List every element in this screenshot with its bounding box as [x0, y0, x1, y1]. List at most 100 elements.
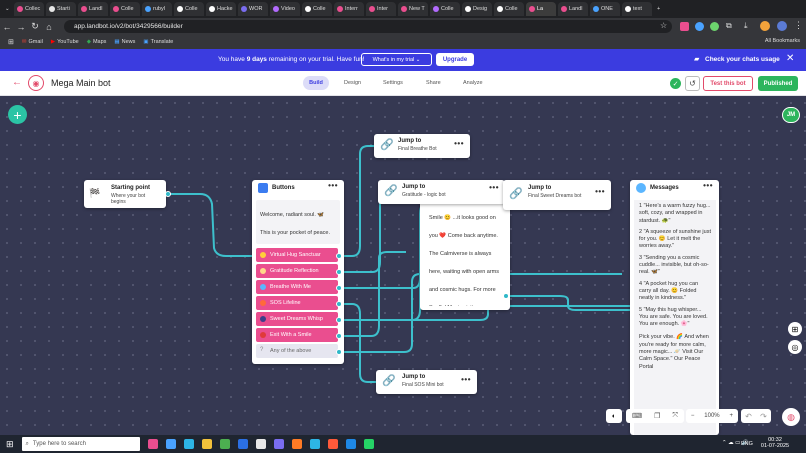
messages-node[interactable]: Messages ••• 1 "Here's a warm fuzzy hug.… [630, 180, 719, 435]
redo-icon[interactable]: ↷ [760, 412, 767, 421]
menu-icon[interactable]: ⋮ [794, 20, 803, 31]
option-button-sweet-dreams[interactable]: Sweet Dreams Whisp [256, 312, 338, 326]
tab-analyze[interactable]: Analyze [463, 80, 483, 86]
taskbar-app-icon[interactable] [237, 439, 248, 449]
taskbar-app-icon[interactable] [219, 439, 230, 449]
browser-tab[interactable]: text [622, 2, 652, 16]
forward-icon[interactable]: → [14, 22, 28, 32]
starting-point-node[interactable]: 🏁 Starting point Where your bot begins [84, 180, 166, 208]
node-menu-icon[interactable]: ••• [489, 183, 499, 192]
download-icon[interactable]: ⤓ [744, 21, 748, 31]
undo-icon[interactable]: ↶ [745, 412, 752, 421]
all-bookmarks[interactable]: All Bookmarks [765, 38, 800, 44]
taskbar-app-icon[interactable] [165, 439, 176, 449]
exit-message-node[interactable]: Smile 😊 ...it looks good on you ❤️ Come … [420, 200, 510, 310]
output-port[interactable] [503, 293, 509, 299]
bookmark-youtube[interactable]: ▶ YouTube [51, 39, 79, 45]
node-menu-icon[interactable]: ••• [703, 181, 713, 190]
taskbar-app-icon[interactable] [201, 439, 212, 449]
option-button-breathe[interactable]: Breathe With Me [256, 280, 338, 294]
theme-toggle-icon[interactable]: ◐ [606, 409, 622, 423]
whats-in-trial-button[interactable]: What's in my trial ⌄ [361, 53, 432, 66]
chrome-icon[interactable] [255, 439, 266, 449]
language-indicator[interactable]: ENG [741, 441, 753, 447]
option-button-gratitude[interactable]: Gratitude Reflection [256, 264, 338, 278]
output-port[interactable] [336, 317, 342, 323]
browser-tab[interactable]: Colle [174, 2, 204, 16]
bookmark-maps[interactable]: ◆ Maps [87, 39, 107, 45]
avatar[interactable]: JM [782, 107, 800, 123]
extension-icon[interactable] [710, 22, 719, 31]
extension-icon[interactable] [680, 22, 689, 31]
bot-name[interactable]: Mega Main bot [51, 78, 111, 88]
reload-icon[interactable]: ↻ [28, 21, 42, 32]
browser-tab[interactable]: ONE [590, 2, 620, 16]
browser-tab[interactable]: Video [270, 2, 300, 16]
browser-tab[interactable]: Colle [494, 2, 524, 16]
fit-icon[interactable]: ⤧ [672, 412, 678, 420]
taskbar-app-icon[interactable] [345, 439, 356, 449]
output-port[interactable] [165, 191, 171, 197]
browser-tab[interactable]: Desig [462, 2, 492, 16]
profile-avatar[interactable] [760, 21, 770, 31]
browser-tab[interactable]: Starti [46, 2, 76, 16]
published-button[interactable]: Published [758, 76, 798, 91]
grid-icon[interactable]: ⊞ [788, 322, 802, 336]
tab-share[interactable]: Share [426, 80, 441, 86]
close-icon[interactable]: ✕ [786, 53, 794, 64]
node-menu-icon[interactable]: ••• [328, 181, 338, 190]
browser-tab[interactable]: La [526, 2, 556, 16]
browser-tab[interactable]: Collec [14, 2, 44, 16]
browser-tab[interactable]: Landl [558, 2, 588, 16]
windows-start-icon[interactable]: ⊞ [6, 439, 14, 450]
browser-tab[interactable]: Inter [366, 2, 396, 16]
history-icon[interactable]: ↺ [685, 76, 700, 91]
tab-build[interactable]: Build [303, 76, 329, 90]
extension-icon[interactable] [695, 22, 704, 31]
bookmark-gmail[interactable]: ✉ Gmail [22, 39, 43, 45]
zoom-out-button[interactable]: − [691, 413, 695, 419]
copy-icon[interactable]: ❐ [654, 412, 660, 420]
chat-support-icon[interactable]: ◍ [782, 408, 800, 426]
jump-to-sos-node[interactable]: 🔗 Jump to Final SOS Mini bot ••• [376, 370, 477, 394]
star-icon[interactable]: ☆ [660, 21, 667, 30]
check-usage-link[interactable]: Check your chats usage [705, 56, 780, 63]
profile-avatar[interactable] [777, 21, 787, 31]
tab-search-icon[interactable]: ⌄ [2, 2, 12, 16]
new-tab-button[interactable]: + [654, 2, 664, 16]
browser-tab[interactable]: rubyl [142, 2, 172, 16]
taskbar-app-icon[interactable] [291, 439, 302, 449]
upgrade-button[interactable]: Upgrade [436, 53, 474, 66]
flow-canvas[interactable]: + JM 🏁 Starting point Where your bot beg… [0, 96, 806, 435]
buttons-node[interactable]: Buttons ••• Welcome, radiant soul. 🦋 Thi… [252, 180, 344, 364]
output-port[interactable] [336, 269, 342, 275]
any-of-above-option[interactable]: ? Any of the above [256, 344, 338, 358]
output-port[interactable] [336, 285, 342, 291]
back-arrow-icon[interactable]: ← [12, 77, 22, 88]
output-port[interactable] [336, 253, 342, 259]
browser-tab[interactable]: Landl [78, 2, 108, 16]
output-port[interactable] [336, 301, 342, 307]
bookmark-news[interactable]: ▦ News [114, 39, 135, 45]
url-input[interactable]: app.landbot.io/v2/bot/3429566/builder [64, 20, 672, 33]
whatsapp-icon[interactable] [363, 439, 374, 449]
apps-icon[interactable]: ⊞ [8, 38, 14, 46]
clock[interactable]: 00:32 01-07-2025 [760, 437, 790, 449]
test-bot-button[interactable]: Test this bot [703, 76, 753, 91]
home-icon[interactable]: ⌂ [42, 22, 56, 32]
browser-tab[interactable]: Colle [110, 2, 140, 16]
browser-tab[interactable]: Hacke [206, 2, 236, 16]
taskbar-app-icon[interactable] [327, 439, 338, 449]
taskbar-search-input[interactable]: ⌕ Type here to search [21, 437, 140, 451]
back-icon[interactable]: ← [0, 22, 14, 32]
keyboard-icon[interactable]: ⌨ [632, 412, 642, 420]
jump-to-breathe-node[interactable]: 🔗 Jump to Final Breathe Bot ••• [374, 134, 470, 158]
taskbar-app-icon[interactable] [309, 439, 320, 449]
tab-design[interactable]: Design [344, 80, 361, 86]
jump-to-gratitude-node[interactable]: 🔗 Jump to Gratitude - logic bot ••• [378, 180, 505, 204]
tab-settings[interactable]: Settings [383, 80, 403, 86]
node-menu-icon[interactable]: ••• [454, 139, 464, 148]
browser-tab[interactable]: Interr [334, 2, 364, 16]
node-menu-icon[interactable]: ••• [595, 187, 605, 196]
taskbar-app-icon[interactable] [183, 439, 194, 449]
